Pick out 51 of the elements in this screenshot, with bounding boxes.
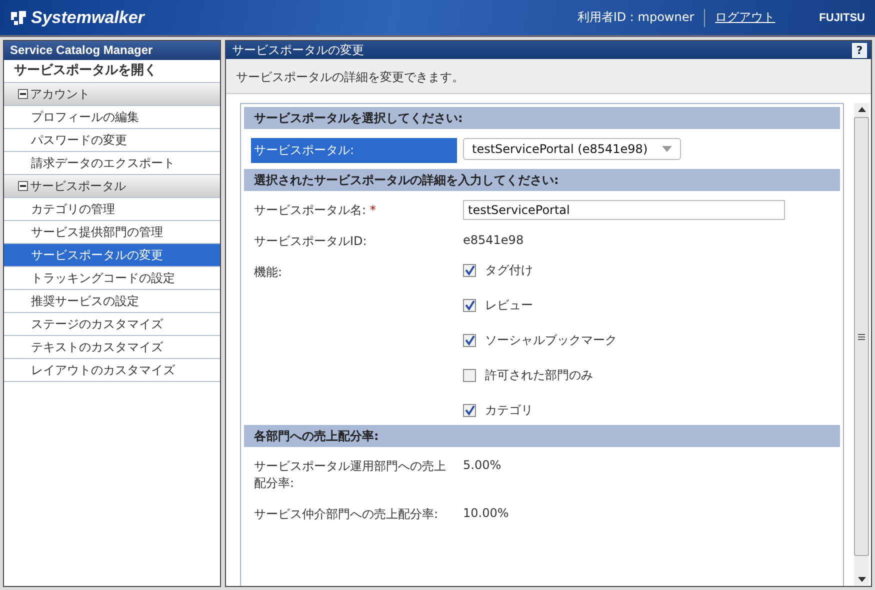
sidebar-item[interactable]: カテゴリの管理: [4, 198, 220, 221]
checkbox-label: 許可された部門のみ: [485, 367, 593, 384]
panel-title: サービスポータルの変更: [232, 42, 364, 58]
sidebar-item[interactable]: トラッキングコードの設定: [4, 267, 220, 290]
logo-text: Systemwalker: [31, 8, 144, 28]
sidebar-group[interactable]: サービスポータル: [4, 175, 220, 198]
field-label: サービスポータル名: *: [253, 202, 377, 219]
logout-link[interactable]: ログアウト: [715, 9, 776, 26]
section-heading: 各部門への売上配分率:: [244, 425, 840, 447]
checkbox[interactable]: [463, 404, 476, 417]
collapse-icon[interactable]: [18, 181, 28, 191]
sidebar-group[interactable]: アカウント: [4, 83, 220, 106]
field-value: 5.00%: [463, 457, 502, 474]
checkbox-label: レビュー: [485, 297, 533, 314]
sidebar-item[interactable]: 推奨サービスの設定: [4, 290, 220, 313]
checkbox-label: ソーシャルブックマーク: [485, 332, 617, 349]
sidebar-item[interactable]: ステージのカスタマイズ: [4, 313, 220, 336]
logo-icon: [10, 10, 28, 26]
checkbox[interactable]: [463, 369, 476, 382]
user-id: 利用者ID : mpowner: [577, 9, 694, 26]
description: サービスポータルの詳細を変更できます。: [226, 59, 871, 94]
field-value: 10.00%: [463, 505, 509, 522]
checkbox[interactable]: [463, 264, 476, 277]
field-label: サービス仲介部門への売上配分率:: [253, 506, 440, 523]
field-label: 機能:: [253, 264, 284, 281]
grip-icon[interactable]: [858, 334, 865, 340]
collapse-icon[interactable]: [18, 89, 28, 99]
field-label: サービスポータル:: [251, 138, 457, 163]
section-heading: サービスポータルを選択してください:: [244, 107, 840, 129]
checkbox[interactable]: [463, 334, 476, 347]
checkbox-label: カテゴリ: [485, 402, 533, 419]
group-label: サービスポータル: [30, 178, 126, 194]
field-label: サービスポータル運用部門への売上配分率:: [253, 458, 447, 492]
help-button[interactable]: ?: [852, 42, 867, 58]
group-label: アカウント: [30, 86, 90, 102]
field-value: e8541e98: [463, 232, 524, 249]
brand-logo: FUJITSU: [819, 12, 865, 24]
portal-dropdown[interactable]: testServicePortal (e8541e98): [463, 138, 681, 160]
checkbox-label: タグ付け: [485, 262, 533, 279]
name-input[interactable]: testServicePortal: [463, 200, 785, 220]
dropdown-arrow-icon: [662, 146, 672, 152]
sidebar-title: Service Catalog Manager: [4, 41, 220, 60]
scrollbar[interactable]: [854, 103, 869, 586]
checkbox[interactable]: [463, 299, 476, 312]
sidebar-item[interactable]: プロフィールの編集: [4, 106, 220, 129]
field-label: サービスポータルID:: [253, 233, 368, 250]
sidebar-item[interactable]: レイアウトのカスタマイズ: [4, 359, 220, 382]
sidebar-item[interactable]: テキストのカスタマイズ: [4, 336, 220, 359]
sidebar-item[interactable]: パスワードの変更: [4, 129, 220, 152]
section-heading: 選択されたサービスポータルの詳細を入力してください:: [244, 169, 840, 191]
sidebar-item[interactable]: サービスポータルの変更: [4, 244, 220, 267]
